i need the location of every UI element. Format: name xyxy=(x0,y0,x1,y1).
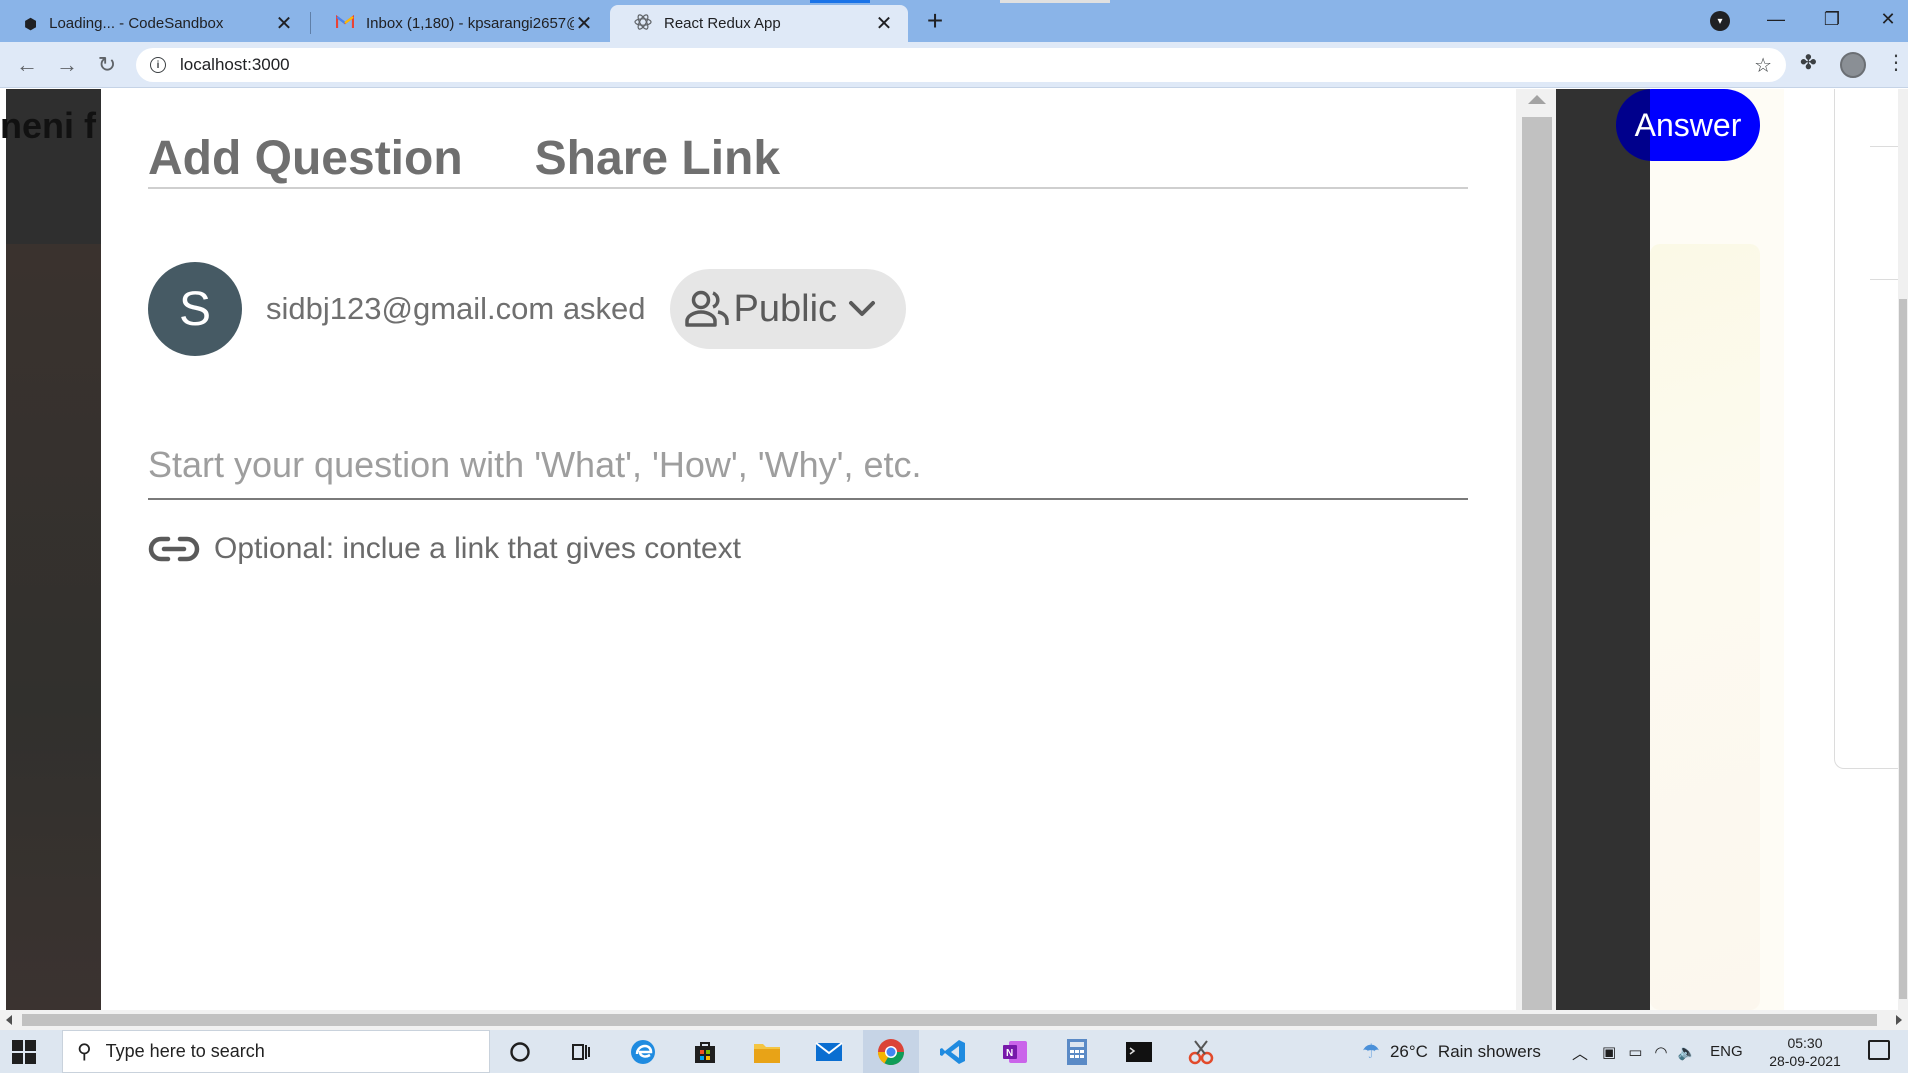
tab-share-link[interactable]: Share Link xyxy=(535,133,780,187)
tab-title: Inbox (1,180) - kpsarangi2657@g xyxy=(366,15,574,32)
context-link-input[interactable] xyxy=(214,527,1114,571)
background-card xyxy=(1834,89,1908,769)
mail-icon[interactable] xyxy=(814,1037,844,1067)
url-text: localhost:3000 xyxy=(180,55,290,74)
chevron-up-icon[interactable]: ︿ xyxy=(1572,1040,1588,1064)
volume-icon[interactable]: 🔈 xyxy=(1677,1043,1696,1061)
page-vertical-scrollbar[interactable] xyxy=(1898,89,1908,1010)
weather-rain-icon: ☂ xyxy=(1362,1041,1380,1063)
browser-menu-icon[interactable]: ⋮ xyxy=(1886,50,1906,75)
background-photo xyxy=(1650,244,1760,1010)
close-tab-icon[interactable]: ✕ xyxy=(574,13,594,35)
battery-icon[interactable]: ▭ xyxy=(1628,1043,1642,1061)
tab-add-question[interactable]: Add Question xyxy=(148,133,463,187)
scrollbar-thumb[interactable] xyxy=(1522,117,1552,1010)
add-question-modal: Add Question Share Link S sidbj123@gmail… xyxy=(101,89,1556,1010)
taskbar-clock[interactable]: 05:30 28-09-2021 xyxy=(1760,1034,1850,1070)
page-horizontal-scrollbar[interactable] xyxy=(0,1010,1908,1030)
tab-title: React Redux App xyxy=(664,15,781,32)
windows-start-icon[interactable] xyxy=(12,1040,36,1064)
terminal-icon[interactable] xyxy=(1124,1037,1154,1067)
answer-button[interactable]: Answer xyxy=(1616,89,1760,161)
scroll-up-arrow-icon[interactable] xyxy=(1528,95,1546,104)
bookmark-star-icon[interactable]: ☆ xyxy=(1754,53,1772,78)
snipping-tool-icon[interactable] xyxy=(1186,1037,1216,1067)
onenote-icon[interactable]: N xyxy=(1000,1037,1030,1067)
scroll-right-arrow-icon[interactable] xyxy=(1896,1015,1902,1025)
chrome-icon[interactable] xyxy=(876,1037,906,1067)
background-heading-fragment: neni f xyxy=(0,105,96,146)
background-photo xyxy=(6,244,101,1010)
privacy-selected-value: Public xyxy=(733,287,838,330)
edge-browser-icon[interactable] xyxy=(628,1037,658,1067)
address-bar[interactable]: i localhost:3000 ☆ xyxy=(136,48,1786,82)
windows-taskbar: ⚲ Type here to search N ☂ 26°C Rain show… xyxy=(0,1030,1908,1073)
people-icon xyxy=(684,289,730,329)
close-tab-icon[interactable]: ✕ xyxy=(274,13,294,35)
question-input-container xyxy=(148,432,1468,500)
context-link-row xyxy=(148,525,1114,573)
meet-now-icon[interactable]: ▣ xyxy=(1602,1043,1616,1061)
task-view-icon[interactable] xyxy=(566,1037,596,1067)
gmail-icon xyxy=(335,14,355,33)
question-author-row: S sidbj123@gmail.com asked Public xyxy=(148,262,906,356)
browser-toolbar: ← → ↻ i localhost:3000 ☆ xyxy=(0,42,1908,88)
modal-scrollbar[interactable] xyxy=(1516,89,1556,1010)
restore-window-icon[interactable]: ❐ xyxy=(1812,4,1852,34)
profile-avatar[interactable] xyxy=(1840,52,1866,78)
calculator-icon[interactable] xyxy=(1062,1037,1092,1067)
notification-center-icon[interactable] xyxy=(1868,1040,1890,1060)
reload-icon[interactable]: ↻ xyxy=(92,50,122,80)
avatar: S xyxy=(148,262,242,356)
cortana-icon[interactable] xyxy=(505,1037,535,1067)
react-icon xyxy=(634,13,652,35)
question-input[interactable] xyxy=(148,432,1468,498)
background-right-overlay xyxy=(1556,89,1650,1010)
clock-date: 28-09-2021 xyxy=(1769,1053,1841,1069)
weather-widget[interactable]: ☂ 26°C Rain showers xyxy=(1362,1030,1541,1073)
taskbar-search-box[interactable]: ⚲ Type here to search xyxy=(62,1030,490,1073)
svg-text:N: N xyxy=(1006,1048,1013,1059)
weather-desc: Rain showers xyxy=(1437,1041,1541,1061)
codesandbox-icon: ⬢ xyxy=(24,15,38,33)
clock-time: 05:30 xyxy=(1787,1035,1823,1051)
store-icon[interactable] xyxy=(690,1037,720,1067)
chevron-down-icon xyxy=(837,299,877,319)
wifi-icon[interactable]: ◠ xyxy=(1654,1043,1667,1061)
language-indicator[interactable]: ENG xyxy=(1710,1043,1743,1060)
forward-arrow-icon[interactable]: → xyxy=(52,50,82,80)
extensions-puzzle-icon[interactable]: ✤ xyxy=(1800,50,1817,75)
minimize-window-icon[interactable]: — xyxy=(1756,4,1796,34)
tab-search-icon[interactable]: ▾ xyxy=(1710,11,1730,31)
weather-temp: 26°C xyxy=(1389,1041,1428,1061)
search-icon: ⚲ xyxy=(77,1041,92,1063)
close-window-icon[interactable]: ✕ xyxy=(1868,4,1908,34)
scrollbar-thumb[interactable] xyxy=(22,1014,1877,1026)
tab-separator xyxy=(310,12,311,34)
browser-tab-strip: ⬢ Loading... - CodeSandbox ✕ Inbox (1,18… xyxy=(0,0,1908,42)
taskbar-search-placeholder: Type here to search xyxy=(105,1041,265,1061)
system-tray: ︿ ▣ ▭ ◠ 🔈 ENG xyxy=(1572,1030,1743,1073)
file-explorer-icon[interactable] xyxy=(752,1037,782,1067)
modal-tab-bar: Add Question Share Link xyxy=(148,133,1468,189)
link-icon xyxy=(148,533,200,565)
browser-tab-codesandbox[interactable]: ⬢ Loading... - CodeSandbox ✕ xyxy=(0,5,308,42)
new-tab-button[interactable]: + xyxy=(920,5,950,36)
privacy-dropdown[interactable]: Public xyxy=(669,269,906,349)
browser-tab-react-redux[interactable]: React Redux App ✕ xyxy=(610,5,908,42)
tab-loading-indicator xyxy=(810,0,870,3)
page-viewport: neni f Answer Add Question Share Link S … xyxy=(0,89,1908,1010)
browser-tab-gmail[interactable]: Inbox (1,180) - kpsarangi2657@g ✕ xyxy=(312,5,608,42)
vscode-icon[interactable] xyxy=(938,1037,968,1067)
back-arrow-icon[interactable]: ← xyxy=(12,50,42,80)
tab-loading-track xyxy=(1000,0,1110,3)
tab-title: Loading... - CodeSandbox xyxy=(49,15,224,32)
asked-by-text: sidbj123@gmail.com asked xyxy=(266,291,646,326)
answer-button-label: Answer xyxy=(1634,106,1742,143)
scroll-left-arrow-icon[interactable] xyxy=(6,1015,12,1025)
site-info-icon[interactable]: i xyxy=(150,57,166,73)
close-tab-icon[interactable]: ✕ xyxy=(874,13,894,35)
